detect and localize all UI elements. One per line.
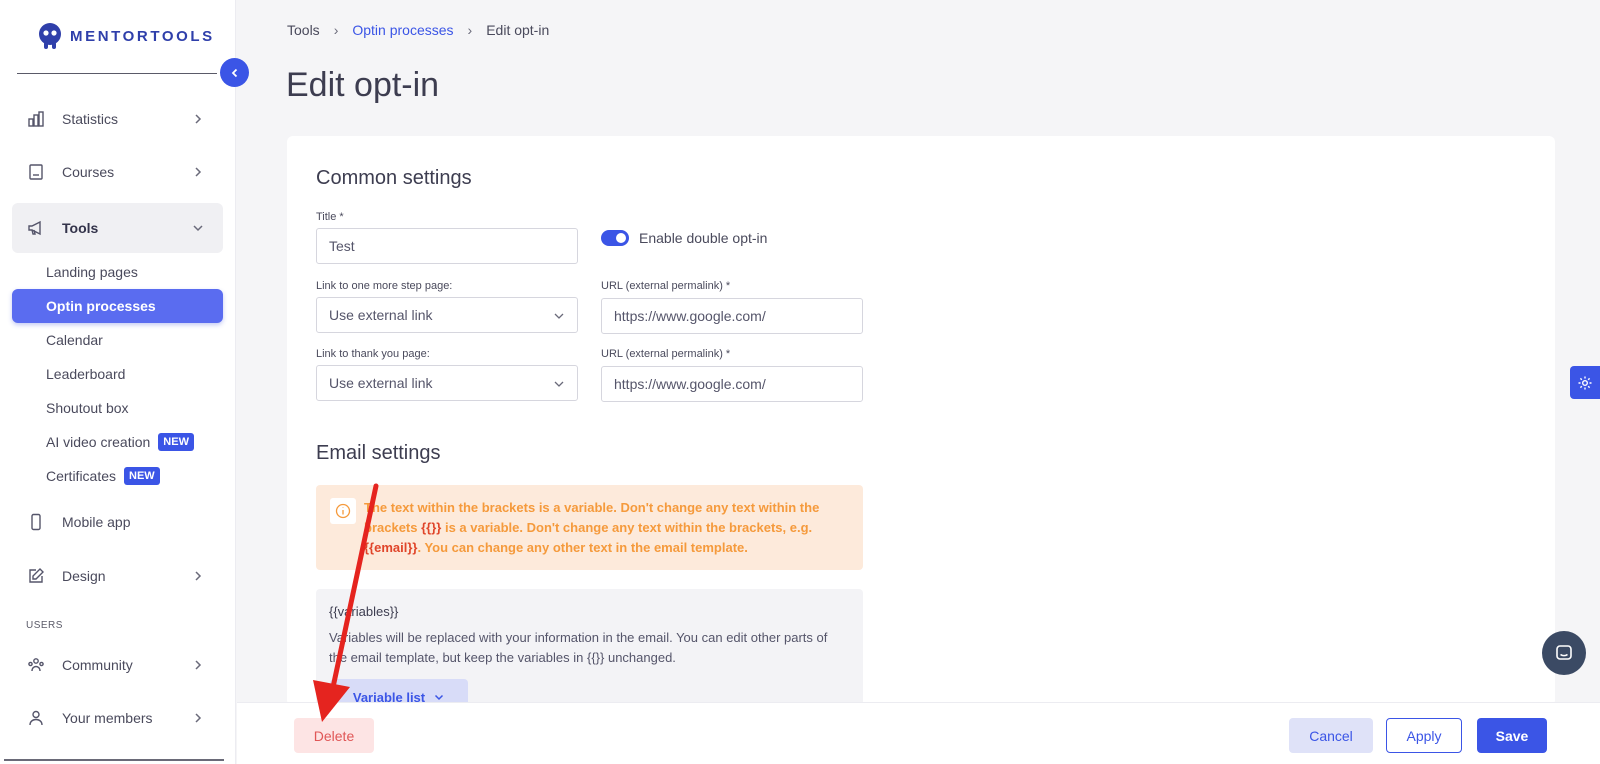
settings-gear-button[interactable] [1570,366,1600,399]
thanks-url-input[interactable]: https://www.google.com/ [601,366,863,402]
sidebar-item-your-members[interactable]: Your members [12,696,223,740]
edit-icon [26,566,46,586]
info-icon [330,498,356,524]
sidebar-subitem-leaderboard[interactable]: Leaderboard [12,357,223,391]
variables-info-box: {{variables}} Variables will be replaced… [316,589,863,705]
double-optin-label: Enable double opt-in [639,230,768,246]
subitem-label: Landing pages [46,264,138,280]
sidebar-subitem-optin-processes[interactable]: Optin processes [12,289,223,323]
chat-icon [1556,645,1572,660]
alert-variable: {{email}} [364,540,418,555]
smartphone-icon [26,512,46,532]
chat-launcher-button[interactable] [1542,631,1586,675]
sidebar-subitem-shoutout-box[interactable]: Shoutout box [12,391,223,425]
chevron-left-icon [231,68,237,77]
subitem-label: Leaderboard [46,366,126,382]
step-page-label: Link to one more step page: [316,280,453,292]
title-input-value: Test [329,238,355,254]
sidebar-item-tools[interactable]: Tools [12,203,223,253]
breadcrumb-optin-processes[interactable]: Optin processes [352,22,453,38]
sidebar-subitem-landing-pages[interactable]: Landing pages [12,255,223,289]
step-page-select[interactable]: Use external link [316,297,578,333]
brand-logo[interactable]: MENTORTOOLS [36,22,215,50]
sidebar-item-label: Community [62,657,133,673]
alert-message: The text within the brackets is a variab… [364,498,844,558]
sidebar-subitem-certificates[interactable]: Certificates NEW [12,459,223,493]
sidebar-item-courses[interactable]: Courses [12,150,223,194]
new-badge: NEW [124,467,160,485]
step-page-select-value: Use external link [329,307,433,323]
email-settings-heading: Email settings [316,442,441,464]
thanks-page-label: Link to thank you page: [316,348,430,360]
page-title: Edit opt-in [286,66,440,104]
chevron-right-icon: › [333,22,339,38]
subitem-label: Certificates [46,468,117,484]
sidebar-collapse-button[interactable] [220,58,249,87]
logo-mark-icon [39,23,61,49]
variable-warning-alert: The text within the brackets is a variab… [316,485,863,570]
chevron-down-icon [554,313,564,319]
breadcrumb: Tools › Optin processes › Edit opt-in [287,22,549,38]
sidebar-divider [17,73,217,74]
double-optin-toggle[interactable] [601,230,629,246]
variables-title: {{variables}} [329,604,399,619]
chevron-right-icon [195,167,202,177]
save-button[interactable]: Save [1477,718,1547,753]
new-badge: NEW [158,433,194,451]
common-settings-heading: Common settings [316,167,472,189]
breadcrumb-current: Edit opt-in [486,22,550,38]
apply-button[interactable]: Apply [1386,718,1462,753]
sidebar: MENTORTOOLS Statistics Courses Tools Lan… [0,0,236,764]
sidebar-item-label: Courses [62,164,115,180]
thanks-page-select[interactable]: Use external link [316,365,578,401]
bar-chart-icon [26,109,46,129]
chevron-right-icon: › [467,22,473,38]
thanks-page-select-value: Use external link [329,375,433,391]
step-url-input[interactable]: https://www.google.com/ [601,298,863,334]
sidebar-item-community[interactable]: Community [12,643,223,687]
megaphone-icon [26,218,46,238]
sidebar-item-label: Statistics [62,111,119,127]
variables-description: Variables will be replaced with your inf… [329,630,828,665]
step-url-label: URL (external permalink) * [601,280,731,292]
chevron-right-icon [195,571,202,581]
user-icon [26,708,46,728]
sidebar-subitem-ai-video-creation[interactable]: AI video creation NEW [12,425,223,459]
sidebar-subitem-calendar[interactable]: Calendar [12,323,223,357]
thanks-url-label: URL (external permalink) * [601,348,731,360]
chevron-down-icon [554,381,564,387]
sidebar-item-design[interactable]: Design [12,554,223,598]
gear-icon [1578,376,1592,389]
cancel-button[interactable]: Cancel [1289,718,1373,753]
chevron-right-icon [195,660,202,670]
subitem-label: Shoutout box [46,400,129,416]
alert-text-part: is a variable. Don't change any text wit… [441,520,813,535]
users-section-label: USERS [26,620,63,631]
people-icon [26,655,46,675]
sidebar-item-label: Mobile app [62,514,131,530]
subitem-label: Optin processes [46,298,156,314]
sidebar-item-mobile-app[interactable]: Mobile app [12,500,223,544]
subitem-label: AI video creation [46,434,151,450]
alert-text-part: . You can change any other text in the e… [417,540,748,555]
title-input[interactable]: Test [316,228,578,264]
sidebar-item-label: Design [62,568,106,584]
sidebar-scroll-indicator [4,759,224,761]
book-icon [26,162,46,182]
title-label: Title * [316,211,344,223]
sidebar-item-label: Tools [62,220,99,236]
sidebar-item-label: Your members [62,710,153,726]
action-footer: Delete Cancel Apply Save [237,702,1600,764]
sidebar-item-statistics[interactable]: Statistics [12,97,223,141]
brand-name: MENTORTOOLS [70,27,215,45]
alert-variable: {{}} [421,520,442,535]
chevron-down-icon [193,225,203,232]
delete-button[interactable]: Delete [294,718,374,753]
step-url-value: https://www.google.com/ [614,308,766,324]
breadcrumb-tools[interactable]: Tools [287,22,320,38]
thanks-url-value: https://www.google.com/ [614,376,766,392]
subitem-label: Calendar [46,332,103,348]
chevron-right-icon [195,114,202,124]
chevron-right-icon [195,713,202,723]
